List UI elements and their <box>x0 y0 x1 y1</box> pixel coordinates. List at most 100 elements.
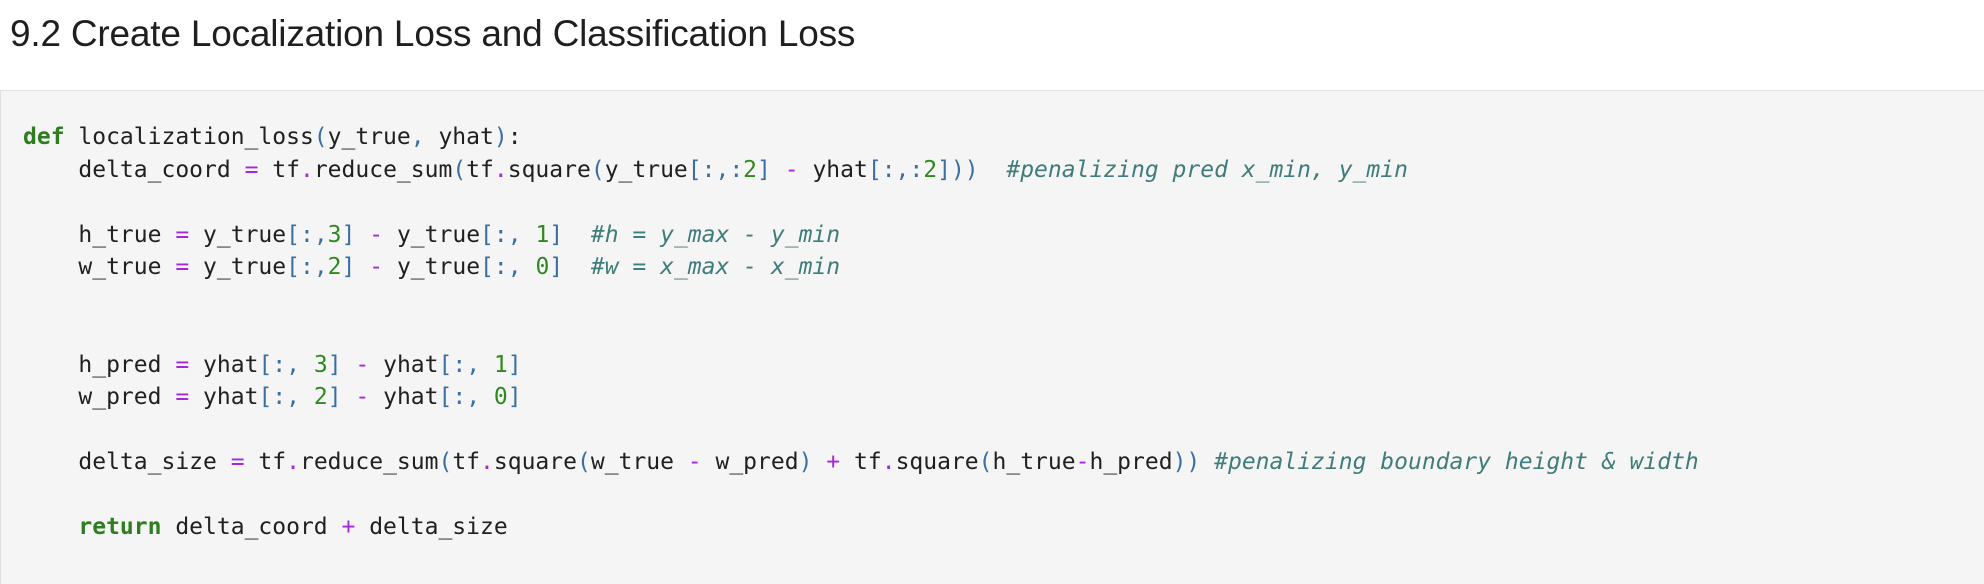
code-token-num: 2 <box>313 384 328 410</box>
code-line[interactable]: def localization_loss(y_true, yhat): <box>23 121 1699 154</box>
code-token-tx <box>342 352 356 378</box>
code-line[interactable] <box>23 479 1699 512</box>
code-token-num: 2 <box>327 254 342 280</box>
code-token-tx: reduce_sum <box>299 449 439 475</box>
code-token-tx: square <box>493 449 577 475</box>
code-token-tx: : <box>507 124 522 150</box>
code-line[interactable] <box>23 284 1699 317</box>
code-token-tx: yhat <box>369 384 439 410</box>
code-token-br: [:, <box>258 384 314 410</box>
code-token-br: , <box>410 124 425 150</box>
notebook-page: 9.2 Create Localization Loss and Classif… <box>0 0 1984 584</box>
code-token-num: 3 <box>327 221 342 248</box>
code-token-br: [:, <box>438 351 494 378</box>
code-token-tx: y_true <box>189 221 287 248</box>
code-token-op: . <box>286 449 300 475</box>
code-token-tx: delta_coord <box>161 514 342 540</box>
code-token-tx: y_true <box>383 221 481 248</box>
code-token-tx: yhat <box>369 351 439 378</box>
code-line[interactable] <box>23 414 1699 447</box>
code-line[interactable]: return delta_coord + delta_size <box>23 511 1699 544</box>
code-token-tx <box>355 222 369 248</box>
code-token-tx <box>342 384 356 410</box>
code-token-num: 1 <box>493 351 508 378</box>
code-token-tx: w_pred <box>701 449 799 475</box>
code-token-tx: h_true <box>992 449 1076 475</box>
code-token-tx: reduce_sum <box>313 156 453 183</box>
code-token-num: 3 <box>313 351 328 378</box>
code-token-tx: y_true <box>604 156 688 183</box>
code-token-br: ] <box>507 384 522 410</box>
code-token-op: - <box>1075 449 1090 475</box>
code-token-tx: yhat <box>189 351 259 378</box>
code-token-op: - <box>784 156 799 183</box>
code-token-op: - <box>369 254 384 280</box>
code-token-br: ( <box>978 449 993 475</box>
code-token-tx: tf <box>466 156 494 183</box>
code-line[interactable] <box>23 186 1699 219</box>
code-token-op: = <box>230 449 245 475</box>
code-token-tx: yhat <box>189 384 259 410</box>
code-token-br: [:,: <box>687 156 744 183</box>
code-token-op: = <box>244 156 259 183</box>
code-token-br: ] <box>327 384 342 410</box>
code-token-br: [:,: <box>867 156 924 183</box>
code-token-tx <box>23 514 78 540</box>
code-token-tx: h_pred <box>1089 449 1173 475</box>
code-token-tx: delta_size <box>355 514 508 540</box>
code-token-num: 1 <box>535 221 550 248</box>
code-token-br: [:, <box>480 254 536 280</box>
code-token-tx: tf <box>258 156 300 183</box>
code-token-tx: tf <box>244 449 287 475</box>
code-token-kw: return <box>78 514 162 540</box>
code-cell[interactable]: def localization_loss(y_true, yhat): del… <box>0 90 1984 584</box>
code-token-br: ( <box>452 156 467 183</box>
section-heading: 9.2 Create Localization Loss and Classif… <box>10 13 856 54</box>
code-token-tx: square <box>507 156 591 183</box>
code-token-br: ] <box>757 156 771 183</box>
code-token-br: ])) <box>937 156 979 183</box>
code-token-tx <box>979 157 1007 183</box>
code-token-kw: def <box>23 124 65 150</box>
code-token-op: . <box>480 449 494 475</box>
code-token-br: ( <box>590 156 605 183</box>
code-token-br: )) <box>1172 449 1201 475</box>
code-token-br: ] <box>327 351 342 378</box>
code-line[interactable]: delta_coord = tf.reduce_sum(tf.square(y_… <box>23 154 1699 187</box>
code-line[interactable]: w_true = y_true[:,2] - y_true[:, 0] #w =… <box>23 251 1699 284</box>
code-line[interactable]: delta_size = tf.reduce_sum(tf.square(w_t… <box>23 446 1698 479</box>
code-token-op: = <box>175 221 190 248</box>
code-token-tx: tf <box>840 449 882 475</box>
code-token-tx: h_pred <box>23 351 176 378</box>
code-token-tx: y_true <box>327 124 411 150</box>
code-token-op: - <box>687 449 702 475</box>
code-token-op: . <box>881 449 896 475</box>
code-token-num: 0 <box>493 384 508 410</box>
code-token-op: = <box>175 351 190 378</box>
code-token-tx <box>1200 449 1214 475</box>
code-token-br: ( <box>438 449 453 475</box>
code-token-br: [:, <box>286 254 328 280</box>
code-token-tx: w_pred <box>23 384 176 410</box>
code-token-br: ] <box>341 254 356 280</box>
code-line[interactable]: h_true = y_true[:,3] - y_true[:, 1] #h =… <box>23 219 1699 252</box>
code-editor[interactable]: def localization_loss(y_true, yhat): del… <box>23 121 1699 544</box>
code-token-tx <box>771 157 785 183</box>
code-token-tx: y_true <box>383 254 481 280</box>
code-token-tx <box>355 254 369 280</box>
code-token-br: [:, <box>438 384 494 410</box>
code-token-tx <box>563 222 591 248</box>
code-token-tx: tf <box>452 449 481 475</box>
code-token-num: 2 <box>743 156 758 183</box>
code-line[interactable]: w_pred = yhat[:, 2] - yhat[:, 0] <box>23 381 1699 414</box>
code-token-tx: yhat <box>798 156 868 183</box>
code-line[interactable]: h_pred = yhat[:, 3] - yhat[:, 1] <box>23 349 1699 382</box>
code-line[interactable] <box>23 316 1699 349</box>
code-token-num: 0 <box>535 254 550 280</box>
code-token-br: [:, <box>286 221 328 248</box>
code-token-cm: #w = x_max - x_min <box>590 254 841 280</box>
code-token-cm: #h = y_max - y_min <box>590 221 841 248</box>
code-token-br: ) <box>493 124 508 150</box>
code-token-tx <box>563 254 591 280</box>
code-token-tx: delta_coord <box>23 156 245 183</box>
